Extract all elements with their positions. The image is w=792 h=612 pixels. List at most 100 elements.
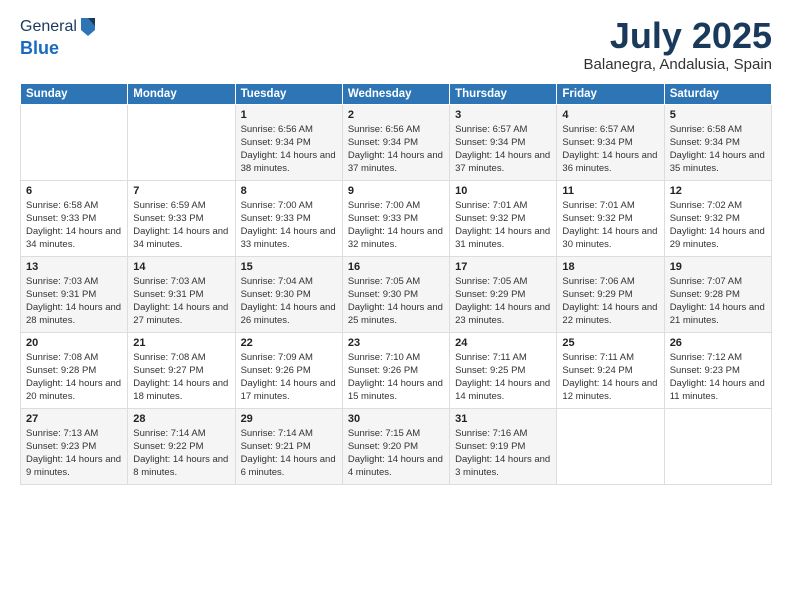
day-number: 25 (562, 336, 658, 351)
calendar-cell: 17Sunrise: 7:05 AMSunset: 9:29 PMDayligh… (450, 256, 557, 332)
cell-text-line: Daylight: 14 hours and 15 minutes. (348, 378, 444, 404)
day-number: 27 (26, 412, 122, 427)
weekday-header-row: SundayMondayTuesdayWednesdayThursdayFrid… (21, 83, 772, 104)
day-number: 12 (670, 184, 766, 199)
weekday-header-monday: Monday (128, 83, 235, 104)
calendar-cell: 10Sunrise: 7:01 AMSunset: 9:32 PMDayligh… (450, 180, 557, 256)
calendar-cell: 8Sunrise: 7:00 AMSunset: 9:33 PMDaylight… (235, 180, 342, 256)
calendar-table: SundayMondayTuesdayWednesdayThursdayFrid… (20, 83, 772, 485)
calendar-cell: 5Sunrise: 6:58 AMSunset: 9:34 PMDaylight… (664, 104, 771, 180)
weekday-header-sunday: Sunday (21, 83, 128, 104)
day-number: 2 (348, 108, 444, 123)
cell-text-line: Sunrise: 7:05 AM (348, 276, 444, 289)
cell-text-line: Sunrise: 7:11 AM (562, 352, 658, 365)
day-number: 31 (455, 412, 551, 427)
day-number: 13 (26, 260, 122, 275)
cell-text-line: Daylight: 14 hours and 37 minutes. (348, 150, 444, 176)
day-number: 16 (348, 260, 444, 275)
cell-text-line: Sunrise: 7:08 AM (26, 352, 122, 365)
day-number: 5 (670, 108, 766, 123)
cell-text-line: Daylight: 14 hours and 8 minutes. (133, 454, 229, 480)
cell-text-line: Sunrise: 6:58 AM (670, 124, 766, 137)
calendar-cell: 3Sunrise: 6:57 AMSunset: 9:34 PMDaylight… (450, 104, 557, 180)
cell-text-line: Sunset: 9:32 PM (562, 213, 658, 226)
day-number: 10 (455, 184, 551, 199)
cell-text-line: Sunrise: 7:10 AM (348, 352, 444, 365)
cell-text-line: Sunset: 9:23 PM (26, 441, 122, 454)
cell-text-line: Sunset: 9:31 PM (133, 289, 229, 302)
logo-blue: Blue (20, 38, 59, 58)
day-number: 22 (241, 336, 337, 351)
day-number: 11 (562, 184, 658, 199)
cell-text-line: Daylight: 14 hours and 30 minutes. (562, 226, 658, 252)
calendar-cell (21, 104, 128, 180)
cell-text-line: Daylight: 14 hours and 32 minutes. (348, 226, 444, 252)
weekday-header-thursday: Thursday (450, 83, 557, 104)
day-number: 23 (348, 336, 444, 351)
day-number: 3 (455, 108, 551, 123)
calendar-cell: 13Sunrise: 7:03 AMSunset: 9:31 PMDayligh… (21, 256, 128, 332)
cell-text-line: Sunrise: 7:03 AM (133, 276, 229, 289)
weekday-header-wednesday: Wednesday (342, 83, 449, 104)
cell-text-line: Sunset: 9:33 PM (26, 213, 122, 226)
cell-text-line: Sunset: 9:32 PM (455, 213, 551, 226)
cell-text-line: Sunset: 9:34 PM (241, 137, 337, 150)
day-number: 18 (562, 260, 658, 275)
cell-text-line: Sunset: 9:33 PM (133, 213, 229, 226)
cell-text-line: Sunset: 9:26 PM (241, 365, 337, 378)
logo-general: General (20, 18, 77, 36)
calendar-cell (128, 104, 235, 180)
cell-text-line: Sunrise: 7:13 AM (26, 428, 122, 441)
cell-text-line: Sunset: 9:24 PM (562, 365, 658, 378)
cell-text-line: Sunset: 9:34 PM (455, 137, 551, 150)
day-number: 24 (455, 336, 551, 351)
cell-text-line: Daylight: 14 hours and 23 minutes. (455, 302, 551, 328)
cell-text-line: Sunset: 9:28 PM (26, 365, 122, 378)
calendar-cell: 7Sunrise: 6:59 AMSunset: 9:33 PMDaylight… (128, 180, 235, 256)
cell-text-line: Sunrise: 7:04 AM (241, 276, 337, 289)
cell-text-line: Sunrise: 7:09 AM (241, 352, 337, 365)
cell-text-line: Sunrise: 6:57 AM (455, 124, 551, 137)
weekday-header-saturday: Saturday (664, 83, 771, 104)
calendar-cell: 31Sunrise: 7:16 AMSunset: 9:19 PMDayligh… (450, 408, 557, 484)
cell-text-line: Sunset: 9:30 PM (241, 289, 337, 302)
day-number: 17 (455, 260, 551, 275)
cell-text-line: Sunrise: 6:59 AM (133, 200, 229, 213)
calendar-cell: 27Sunrise: 7:13 AMSunset: 9:23 PMDayligh… (21, 408, 128, 484)
cell-text-line: Daylight: 14 hours and 37 minutes. (455, 150, 551, 176)
cell-text-line: Sunset: 9:29 PM (455, 289, 551, 302)
cell-text-line: Daylight: 14 hours and 26 minutes. (241, 302, 337, 328)
calendar-cell: 21Sunrise: 7:08 AMSunset: 9:27 PMDayligh… (128, 332, 235, 408)
cell-text-line: Sunrise: 7:14 AM (133, 428, 229, 441)
cell-text-line: Daylight: 14 hours and 20 minutes. (26, 378, 122, 404)
calendar-cell: 11Sunrise: 7:01 AMSunset: 9:32 PMDayligh… (557, 180, 664, 256)
cell-text-line: Sunrise: 7:02 AM (670, 200, 766, 213)
cell-text-line: Sunrise: 7:01 AM (562, 200, 658, 213)
cell-text-line: Sunrise: 7:12 AM (670, 352, 766, 365)
calendar-cell: 14Sunrise: 7:03 AMSunset: 9:31 PMDayligh… (128, 256, 235, 332)
calendar-cell: 4Sunrise: 6:57 AMSunset: 9:34 PMDaylight… (557, 104, 664, 180)
day-number: 29 (241, 412, 337, 427)
day-number: 19 (670, 260, 766, 275)
logo: General Blue (20, 16, 97, 59)
cell-text-line: Sunrise: 7:14 AM (241, 428, 337, 441)
cell-text-line: Sunset: 9:25 PM (455, 365, 551, 378)
calendar-cell: 19Sunrise: 7:07 AMSunset: 9:28 PMDayligh… (664, 256, 771, 332)
calendar-cell: 23Sunrise: 7:10 AMSunset: 9:26 PMDayligh… (342, 332, 449, 408)
cell-text-line: Sunset: 9:21 PM (241, 441, 337, 454)
cell-text-line: Sunrise: 7:11 AM (455, 352, 551, 365)
cell-text-line: Daylight: 14 hours and 18 minutes. (133, 378, 229, 404)
cell-text-line: Daylight: 14 hours and 38 minutes. (241, 150, 337, 176)
cell-text-line: Daylight: 14 hours and 34 minutes. (133, 226, 229, 252)
calendar-cell: 24Sunrise: 7:11 AMSunset: 9:25 PMDayligh… (450, 332, 557, 408)
day-number: 14 (133, 260, 229, 275)
calendar-cell (664, 408, 771, 484)
cell-text-line: Sunset: 9:34 PM (562, 137, 658, 150)
cell-text-line: Daylight: 14 hours and 11 minutes. (670, 378, 766, 404)
cell-text-line: Sunset: 9:30 PM (348, 289, 444, 302)
calendar-cell: 29Sunrise: 7:14 AMSunset: 9:21 PMDayligh… (235, 408, 342, 484)
calendar-cell: 15Sunrise: 7:04 AMSunset: 9:30 PMDayligh… (235, 256, 342, 332)
calendar-week-row: 6Sunrise: 6:58 AMSunset: 9:33 PMDaylight… (21, 180, 772, 256)
calendar-cell: 20Sunrise: 7:08 AMSunset: 9:28 PMDayligh… (21, 332, 128, 408)
cell-text-line: Sunrise: 7:00 AM (241, 200, 337, 213)
